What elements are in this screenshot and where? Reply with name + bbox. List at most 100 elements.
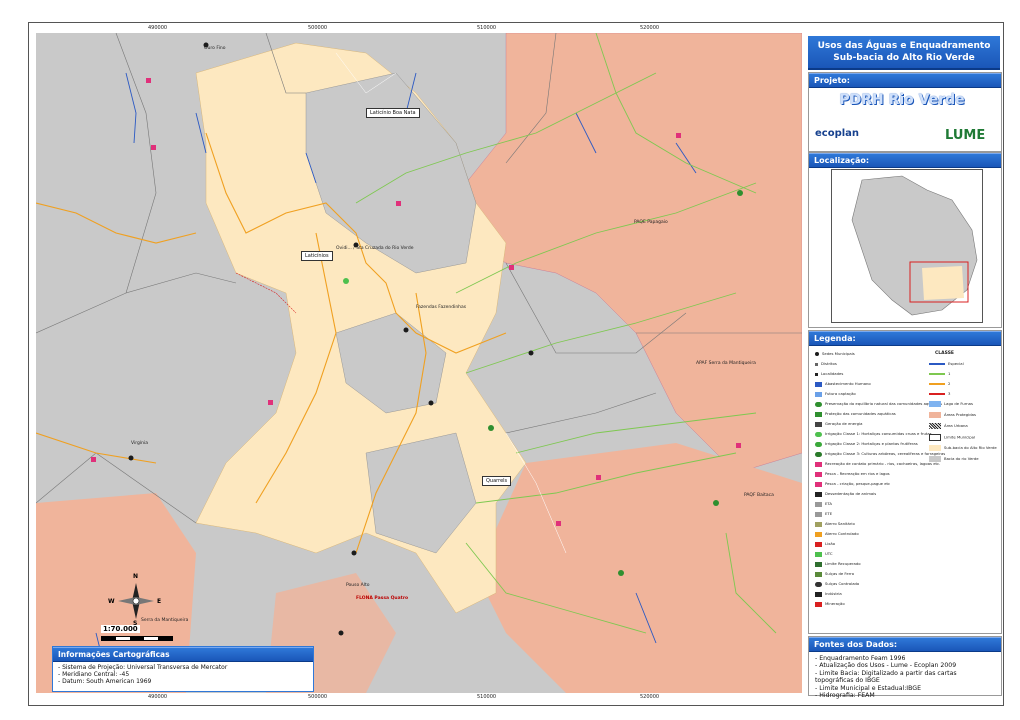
legend-item: ETA [825, 501, 833, 506]
projeto-panel: Projeto: PDRH Rio Verde ecoplan LUME [808, 72, 1002, 152]
pdrh-logo: PDRH Rio Verde [839, 92, 965, 108]
recreacao-icon [815, 461, 822, 467]
lume-logo: LUME [945, 128, 986, 143]
eta-icon [815, 501, 822, 507]
fontes-panel: Fontes dos Dados: - Enquadramento Feam 1… [808, 636, 1002, 700]
abastecimento-icon [815, 381, 822, 387]
legend-item: Aterro Controlado [825, 531, 859, 536]
legend-right-item: 3 [948, 391, 951, 396]
scale-ratio: 1:70.000 [101, 625, 140, 633]
label-quarrels: Quarrels [482, 476, 512, 486]
area-urbana-swatch [929, 423, 941, 429]
ecoplan-logo: ecoplan [815, 128, 860, 139]
map-canvas[interactable]: Laticínio Boa Nata Laticínios Quarrels O… [36, 33, 802, 693]
coord-bottom: 500000 [308, 694, 328, 700]
legend-item: ETE [825, 511, 833, 516]
fontes-line: - Atualização dos Usos - Lume - Ecoplan … [815, 662, 957, 670]
legend-item: Distritos [821, 361, 837, 366]
label-paqe-papagaio: PAQE Papagaio [634, 220, 668, 225]
legend-item: Localidades [821, 371, 844, 376]
localizacao-panel: Localização: [808, 152, 1002, 328]
legend-right-item: Sub-bacia do Alto Rio Verde [944, 445, 997, 450]
coord-top: 510000 [477, 25, 497, 31]
label-apaf-serra: APAF Serra da Mantiqueira [696, 361, 756, 366]
legend-item: Limite Recuperado [825, 561, 861, 566]
fontes-label: Fontes dos Dados: [809, 637, 1001, 652]
legend-item: Irrigação Classe 3: Culturas arbóreas, c… [825, 451, 946, 456]
projeto-label: Projeto: [809, 73, 1001, 88]
label-fazendas: Fazendas Fazendinhas [416, 305, 467, 310]
classe-3-line [929, 393, 945, 395]
energia-icon [815, 421, 822, 427]
legend-item: Futura captação [825, 391, 856, 396]
fontes-line: - Limite Municipal e Estadual:IBGE [815, 684, 921, 692]
limite-recuperado-icon [815, 561, 822, 567]
classe-2-line [929, 383, 945, 385]
north-e: E [157, 598, 162, 605]
legend-right-item: Área Urbana [944, 423, 968, 428]
legend-item: Irrigação Classe 2: Hortaliças e plantas… [825, 441, 918, 446]
legend-item: Suíças Controlado [825, 581, 860, 586]
legend-right-item: 2 [948, 381, 951, 386]
industria-icon [815, 591, 822, 597]
legend-item: Pesca - criação, pesque-pague etc [825, 481, 891, 486]
legend-right-item: Bacia do rio Verde [944, 456, 979, 461]
subbacia-swatch [929, 445, 941, 451]
legend-item: Aterro Sanitário [825, 521, 855, 526]
coord-bottom: 510000 [477, 694, 497, 700]
irrigacao2-icon [815, 441, 822, 447]
title-line1: Usos das Águas e Enquadramento [817, 41, 991, 51]
north-n: N [133, 573, 139, 580]
pesca-icon [815, 471, 822, 477]
label-laticinios: Laticínios [301, 251, 333, 261]
legend-item: Dessedentação de animais [825, 491, 877, 496]
classe-1-line [929, 373, 945, 375]
protecao-icon [815, 411, 822, 417]
fontes-line: - Hidrografia: FEAM [815, 692, 875, 700]
label-paqf-baitaca: PAQF Baitaca [744, 493, 774, 498]
coord-top: 520000 [640, 25, 660, 31]
limite-municipal-swatch [929, 434, 941, 441]
aterro-controlado-icon [815, 531, 822, 537]
coord-top: 500000 [308, 25, 328, 31]
dessedentacao-icon [815, 491, 822, 497]
legend-right-item: Limite Municipal [944, 434, 976, 440]
legend-right-item: Especial [948, 361, 964, 366]
coord-bottom: 490000 [148, 694, 168, 700]
legend-item: Abastecimento Humano [825, 381, 871, 386]
label-pouso-alto: Pouso Alto [346, 583, 370, 588]
coord-top: 490000 [148, 25, 168, 31]
label-ovidio: Ovidi... / Sta Cruzada do Rio Verde [336, 246, 414, 251]
legend-item: Suíças de Ferro [825, 571, 855, 576]
legenda-label: Legenda: [809, 331, 1001, 346]
localizacao-label: Localização: [809, 153, 1001, 168]
legenda-panel: Legenda: Sedes Municipais Distritos Loca… [808, 330, 1002, 634]
legend-item: Mineração [825, 601, 845, 606]
coord-bottom: 520000 [640, 694, 660, 700]
classe-especial-line [929, 363, 945, 365]
pesca-criacao-icon [815, 481, 822, 487]
legend-item: Proteção das comunidades aquáticas [825, 411, 896, 416]
distrito-icon [815, 362, 818, 366]
legend-item: Lixão [825, 541, 836, 546]
utc-icon [815, 551, 822, 557]
suicas-ferro-icon [815, 571, 822, 577]
legend-item: Geração de energia [825, 421, 863, 426]
localidade-icon [815, 372, 818, 376]
sede-icon [815, 352, 819, 356]
info-box: Informações Cartográficas - Sistema de P… [52, 646, 314, 692]
label-virginia: Virgínia [131, 441, 148, 446]
legend-right-item: Áreas Protegidas [944, 412, 976, 417]
fontes-line: - Enquadramento Feam 1996 [815, 655, 906, 662]
info-line: - Datum: South American 1969 [58, 678, 152, 685]
legend-item: Sedes Municipais [822, 351, 855, 356]
title-line2: Sub-bacia do Alto Rio Verde [833, 53, 975, 63]
preservacao-icon [815, 401, 822, 407]
info-line: - Sistema de Projeção: Universal Transve… [58, 664, 228, 671]
north-arrow: N S E W [108, 573, 161, 627]
suicas-controlado-icon [815, 581, 822, 587]
label-ouro-fino: Ouro Fino [204, 46, 226, 51]
captacao-icon [815, 391, 822, 397]
title-panel: Usos das Águas e Enquadramento Sub-bacia… [808, 36, 1000, 70]
irrigacao3-icon [815, 451, 822, 457]
